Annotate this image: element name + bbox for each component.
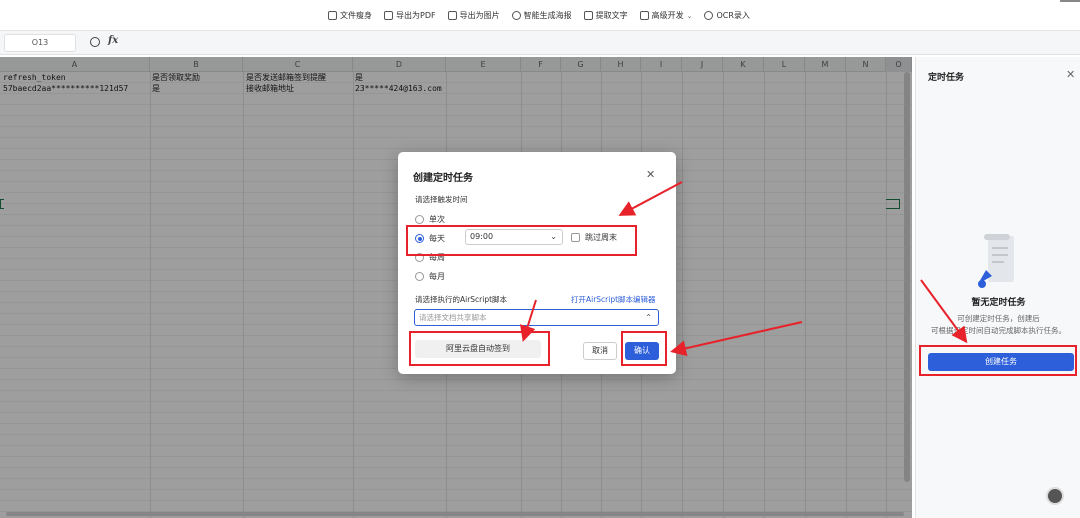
dev-icon (639, 11, 649, 20)
panel-title: 定时任务 (928, 73, 965, 83)
toolbar-poster-label: 智能生成海报 (523, 11, 572, 20)
cancel-button[interactable]: 取消 (583, 342, 617, 360)
empty-state-desc-1: 可创建定时任务，创建后 (957, 314, 1040, 323)
close-icon[interactable]: ✕ (646, 168, 655, 181)
toolbar-export-pdf-label: 导出为PDF (396, 11, 436, 20)
radio-icon (415, 272, 424, 281)
formula-bar: O13 fx (0, 31, 1080, 55)
dialog-title: 创建定时任务 (413, 173, 473, 184)
annotation-box-confirm (621, 331, 667, 366)
radio-once-label: 单次 (429, 215, 445, 224)
empty-state-desc-2: 可根据设定时间自动完成脚本执行任务。 (931, 326, 1066, 335)
radio-icon (415, 215, 424, 224)
empty-state-title: 暂无定时任务 (971, 298, 1026, 308)
chevron-down-icon: ⌄ (686, 11, 693, 20)
toolbar-export-pdf[interactable]: 导出为PDF (384, 10, 436, 21)
script-select[interactable]: 请选择文档共享脚本 ⌃ (414, 309, 659, 326)
cell-reference-box[interactable]: O13 (4, 34, 76, 52)
open-script-editor-link[interactable]: 打开AirScript脚本编辑器 (571, 294, 656, 305)
trigger-time-label: 请选择触发时间 (415, 195, 468, 204)
toolbar-dev[interactable]: 高级开发 ⌄ (639, 10, 693, 21)
annotation-box-script (409, 331, 550, 366)
annotation-box-create (919, 345, 1077, 376)
zoom-icon[interactable] (90, 37, 100, 47)
top-toolbar: 文件瘦身 导出为PDF 导出为图片 智能生成海报 提取文字 高级开发 ⌄ OCR… (0, 0, 1080, 31)
toolbar-poster[interactable]: 智能生成海报 (511, 10, 572, 21)
toolbar-extract-text[interactable]: 提取文字 (583, 10, 628, 21)
ocr-icon (704, 11, 714, 20)
close-icon[interactable]: ✕ (1066, 68, 1075, 81)
radio-once[interactable]: 单次 (415, 214, 445, 225)
radio-monthly-label: 每月 (429, 272, 445, 281)
extract-text-icon (583, 11, 593, 20)
toolbar-edge (1060, 0, 1080, 2)
pdf-icon (384, 11, 393, 20)
toolbar-export-image[interactable]: 导出为图片 (447, 10, 500, 21)
toolbar-items: 文件瘦身 导出为PDF 导出为图片 智能生成海报 提取文字 高级开发 ⌄ OCR… (328, 10, 750, 21)
toolbar-ocr-label: OCR录入 (716, 11, 750, 20)
poster-icon (511, 11, 521, 20)
image-icon (447, 11, 457, 20)
toolbar-file-slim-label: 文件瘦身 (340, 11, 372, 20)
script-label: 请选择执行的AirScript脚本 (415, 295, 508, 304)
toolbar-dev-label: 高级开发 (651, 11, 684, 20)
assistant-icon[interactable] (1046, 487, 1064, 505)
toolbar-extract-text-label: 提取文字 (595, 11, 628, 20)
annotation-box-daily (406, 225, 637, 256)
toolbar-ocr[interactable]: OCR录入 (704, 10, 750, 21)
scheduled-task-panel: 定时任务 ✕ 暂无定时任务 可创建定时任务，创建后 可根据设定时间自动完成脚本执… (915, 57, 1080, 518)
file-slim-icon (328, 11, 337, 20)
empty-state-illustration (978, 234, 1014, 288)
chevron-up-icon: ⌃ (645, 313, 652, 322)
radio-monthly[interactable]: 每月 (415, 271, 445, 282)
toolbar-export-image-label: 导出为图片 (459, 11, 500, 20)
toolbar-file-slim[interactable]: 文件瘦身 (328, 10, 372, 21)
script-select-placeholder: 请选择文档共享脚本 (419, 313, 487, 322)
fx-icon[interactable]: fx (108, 35, 118, 46)
